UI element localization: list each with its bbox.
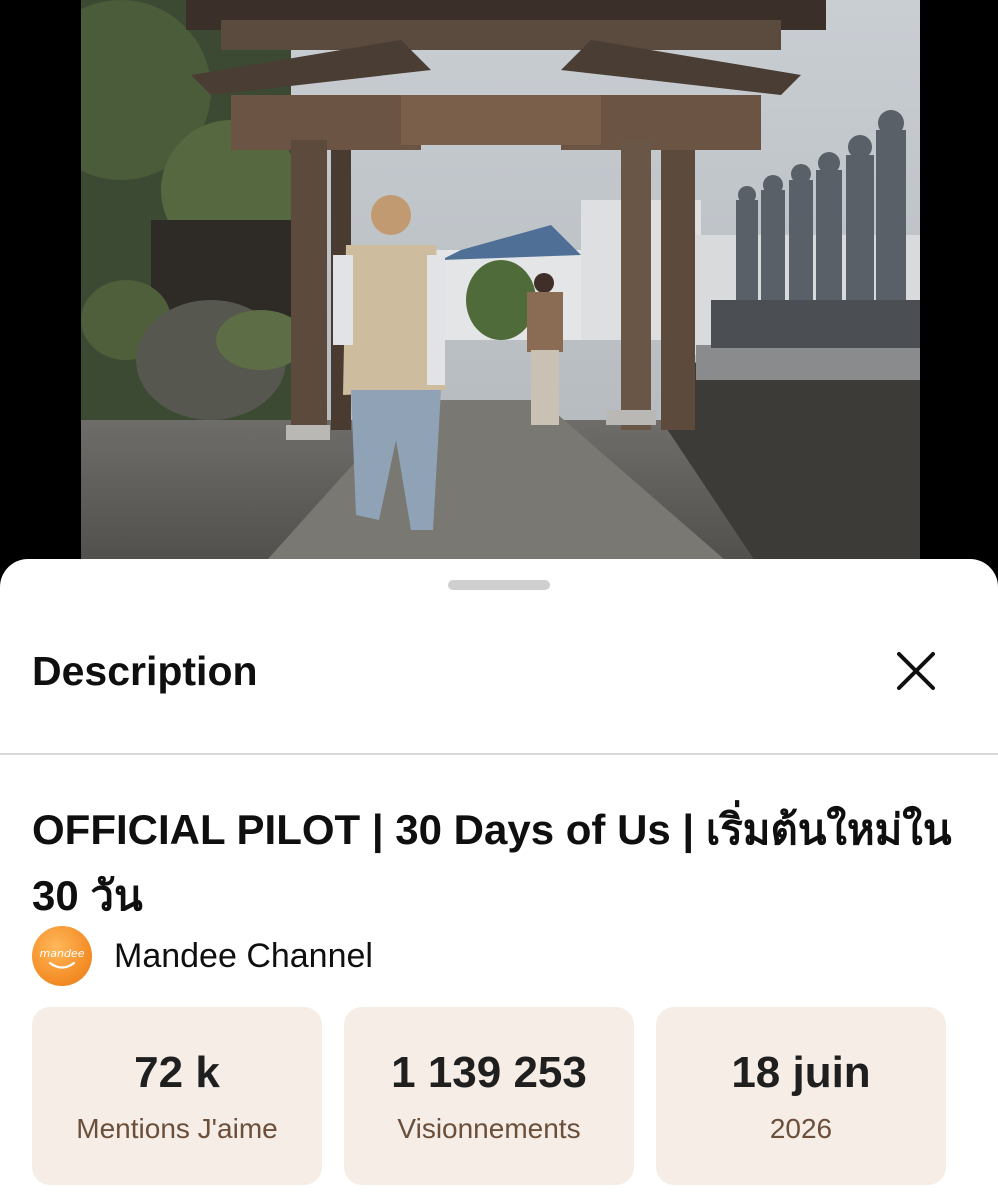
svg-text:mandee: mandee <box>40 947 85 960</box>
likes-stat: 72 k Mentions J'aime <box>32 1007 322 1185</box>
likes-label: Mentions J'aime <box>76 1113 278 1144</box>
sheet-title: Description <box>32 648 258 694</box>
close-icon <box>897 652 935 690</box>
mandee-logo: mandee <box>40 947 85 969</box>
publish-year: 2026 <box>769 1113 833 1144</box>
likes-count: 72 k <box>134 1048 220 1097</box>
channel-name[interactable]: Mandee Channel <box>114 937 373 976</box>
divider <box>0 753 998 755</box>
views-stat: 1 139 253 Visionnements <box>344 1007 634 1185</box>
drag-handle[interactable] <box>448 580 550 590</box>
video-title: OFFICIAL PILOT | 30 Days of Us | เริ่มต้… <box>32 806 952 919</box>
views-count: 1 139 253 <box>391 1048 587 1097</box>
close-button[interactable] <box>884 639 948 703</box>
channel-avatar[interactable]: mandee <box>32 926 92 986</box>
description-sheet: Description OFFICIAL PILOT | 30 Days of … <box>0 559 998 1200</box>
publish-date: 18 juin <box>731 1048 871 1097</box>
date-stat: 18 juin 2026 <box>656 1007 946 1185</box>
views-label: Visionnements <box>397 1113 581 1144</box>
stats-row: 72 k Mentions J'aime 1 139 253 Visionnem… <box>32 1007 946 1185</box>
video-thumbnail[interactable] <box>81 0 920 600</box>
video-player[interactable] <box>0 0 998 600</box>
channel-link[interactable]: mandee Mandee Channel <box>32 926 373 986</box>
